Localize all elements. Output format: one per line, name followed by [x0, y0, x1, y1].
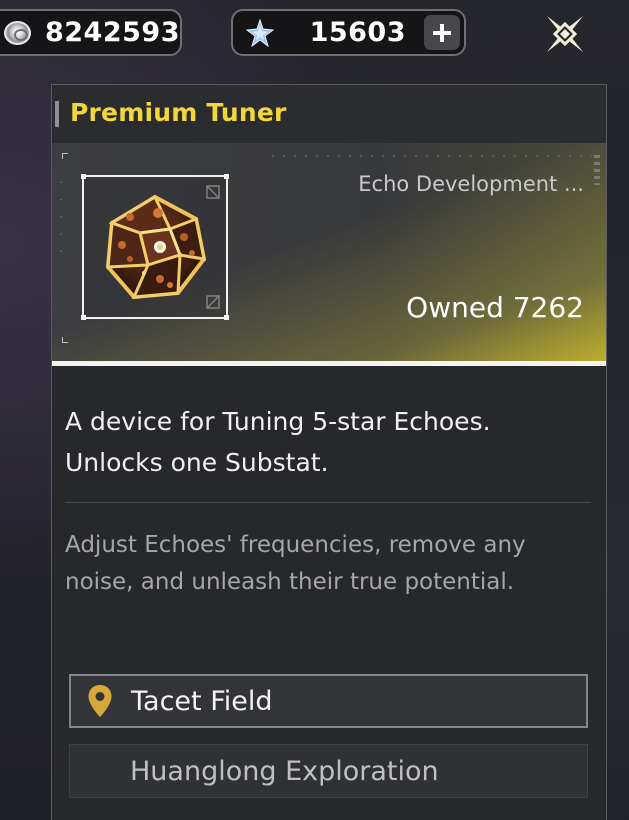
owned-count: Owned 7262	[406, 291, 584, 324]
coin-icon	[4, 20, 31, 45]
card-title-bar: Premium Tuner	[52, 85, 606, 143]
add-astrite-button[interactable]	[424, 15, 460, 50]
close-button[interactable]	[539, 8, 591, 60]
section-divider	[65, 502, 591, 503]
item-name: Premium Tuner	[70, 98, 287, 127]
star-crystal-icon	[245, 18, 275, 48]
title-notch	[55, 101, 59, 127]
astrite-counter: 15603	[231, 9, 466, 56]
source-huanglong-exploration[interactable]: Huanglong Exploration	[69, 744, 588, 798]
item-category: Echo Development ...	[358, 172, 584, 196]
decor-dots	[272, 155, 592, 157]
corner-mark	[62, 337, 68, 343]
item-hero-panel: · · · · · Echo Development ... Owned 726…	[52, 143, 606, 361]
frame-corner	[224, 315, 229, 320]
vertical-decor-text: · · · · ·	[54, 179, 67, 257]
hero-divider	[52, 361, 606, 366]
location-pin-icon	[88, 685, 112, 717]
frame-corner	[81, 174, 86, 179]
item-image-frame	[81, 174, 229, 320]
source-tacet-field[interactable]: Tacet Field	[69, 674, 588, 728]
decor-scroll-marks	[594, 155, 600, 185]
item-description: A device for Tuning 5-star Echoes. Unloc…	[65, 407, 491, 477]
item-detail-card: Premium Tuner · · · · · Echo Development…	[51, 84, 607, 820]
plus-icon	[433, 23, 451, 42]
shell-credit-value: 8242593	[44, 17, 180, 48]
source-label: Huanglong Exploration	[130, 755, 439, 787]
close-x-icon	[547, 16, 583, 52]
premium-tuner-dice-icon	[105, 194, 207, 300]
frame-corner	[224, 174, 229, 179]
astrite-value: 15603	[309, 17, 406, 48]
item-lore: Adjust Echoes' frequencies, remove any n…	[65, 532, 526, 595]
shell-credit-counter: 8242593	[0, 9, 182, 56]
frame-corner	[81, 315, 86, 320]
source-label: Tacet Field	[131, 685, 273, 717]
corner-mark	[62, 153, 68, 159]
